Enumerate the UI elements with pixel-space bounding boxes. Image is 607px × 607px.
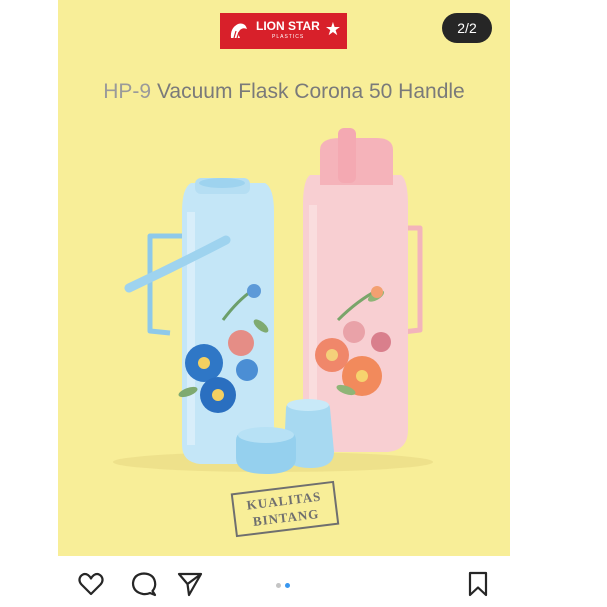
blue-flask-handle-side (147, 233, 184, 336)
blue-flask-mouth (199, 178, 245, 188)
comment-icon[interactable] (130, 570, 158, 598)
pink-flask-cap-tab (338, 128, 356, 183)
product-model: HP-9 (103, 80, 152, 103)
post-actions-bar (0, 556, 607, 607)
carousel-counter: 2/2 (442, 13, 492, 43)
brand-logo: LION STAR PLASTICS ★ (220, 13, 347, 49)
post-frame: LION STAR PLASTICS ★ 2/2 HP-9 Vacuum Fla… (0, 0, 607, 607)
carousel-dots (276, 583, 296, 589)
bookmark-icon[interactable] (464, 570, 492, 598)
post-image[interactable]: LION STAR PLASTICS ★ 2/2 HP-9 Vacuum Fla… (58, 0, 510, 556)
brand-subtitle: PLASTICS (272, 34, 305, 40)
carousel-dot-2[interactable] (285, 583, 290, 588)
brand-name: LION STAR (256, 19, 320, 33)
product-name: Vacuum Flask Corona 50 Handle (156, 80, 465, 103)
carousel-dot-1[interactable] (276, 583, 281, 588)
heart-icon[interactable] (77, 570, 105, 598)
blue-flask-group (124, 178, 274, 464)
pink-flask-cap (320, 138, 393, 185)
product-title: HP-9 Vacuum Flask Corona 50 Handle (58, 80, 510, 104)
lion-logo-icon (230, 23, 247, 39)
star-icon: ★ (324, 19, 341, 40)
share-icon[interactable] (176, 570, 204, 598)
